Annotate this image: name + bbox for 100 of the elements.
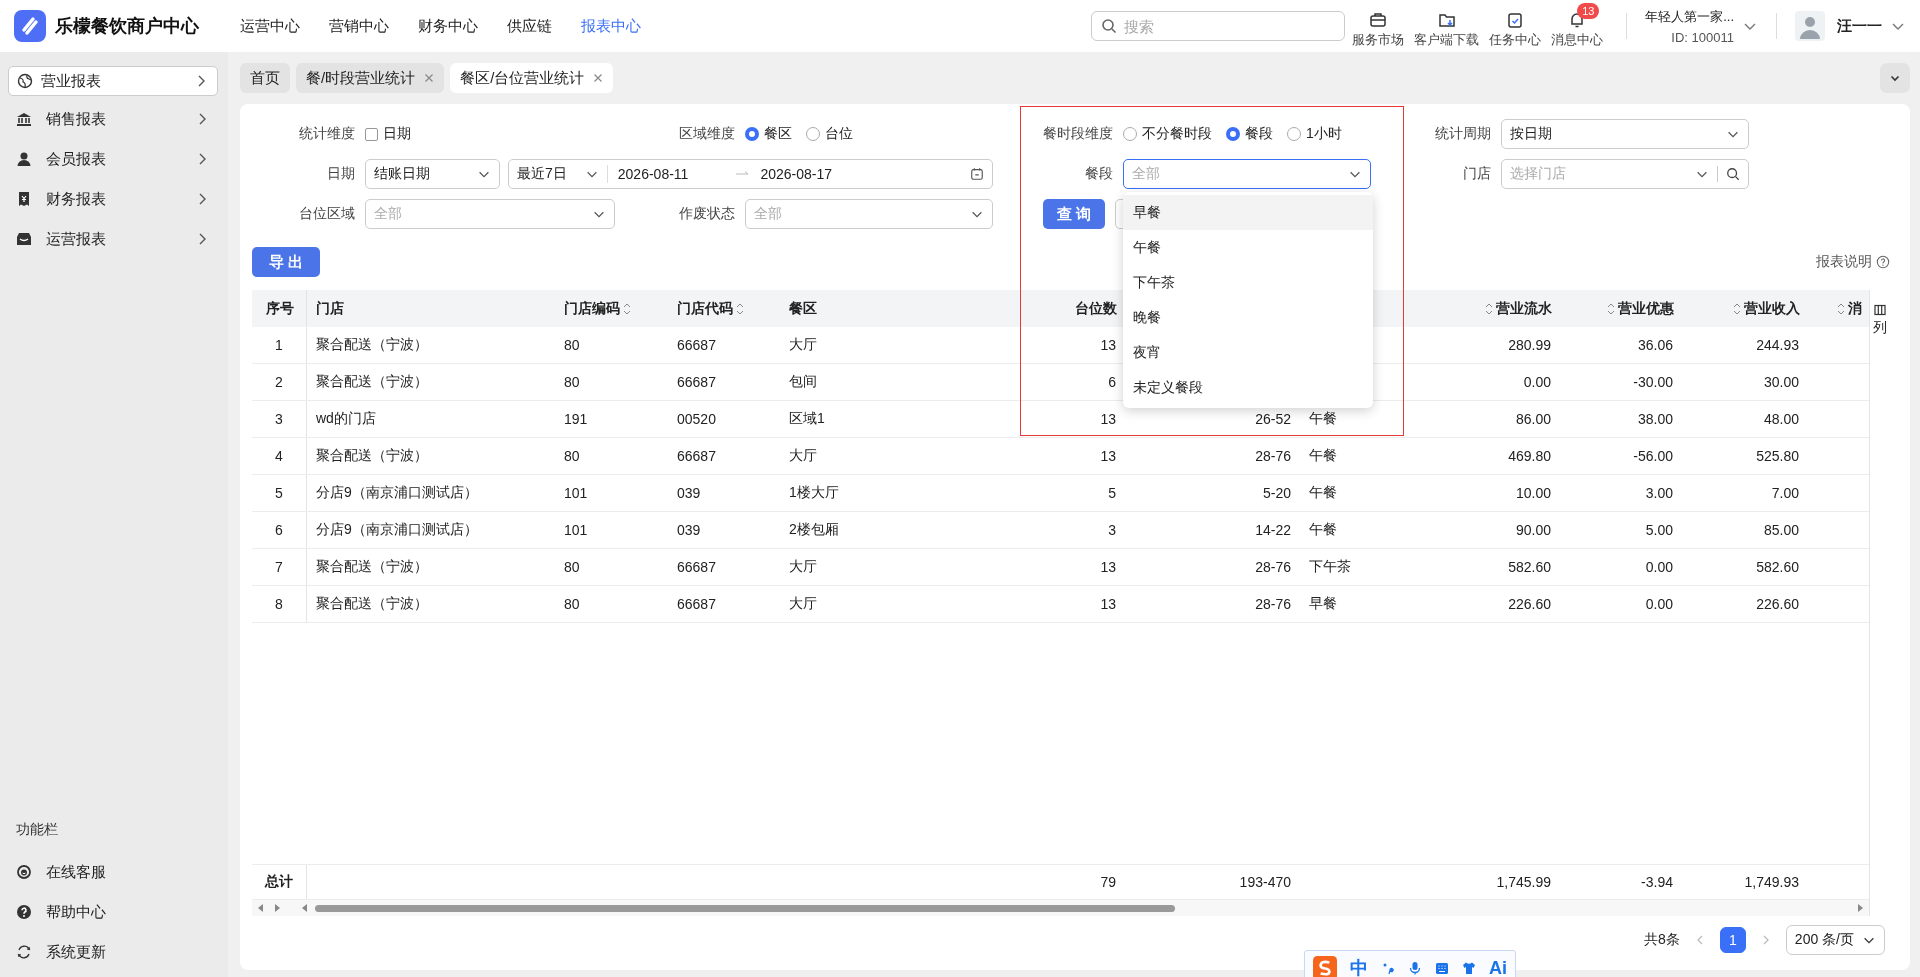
page-tab[interactable]: 首页 (240, 63, 290, 93)
table-cell: 38.00 (1637, 411, 1673, 427)
radio-option[interactable]: 不分餐时段 (1123, 125, 1212, 143)
toolbar-button[interactable]: 服务市场 (1347, 3, 1410, 49)
toolbar-button[interactable]: 任务中心 (1484, 3, 1547, 49)
table-cell: wd的门店 (316, 410, 376, 428)
page-tab[interactable]: 餐/时段营业统计 (296, 63, 445, 93)
table-cell: 聚合配送（宁波） (316, 373, 428, 391)
page-size-select[interactable]: 200 条/页 (1785, 925, 1885, 955)
table-cell: 3 (1108, 522, 1116, 538)
help-link[interactable]: 报表说明 (1816, 253, 1872, 271)
table-cell: 聚合配送（宁波） (316, 336, 428, 354)
sidebar-item[interactable]: 会员报表 (8, 142, 218, 176)
table-cell: 午餐 (1309, 410, 1337, 428)
sidebar-tool[interactable]: 在线客服 (16, 861, 218, 883)
field-label: 统计维度 (298, 125, 355, 143)
nav-tab[interactable]: 报表中心 (581, 16, 641, 36)
radio-option[interactable]: 餐段 (1226, 125, 1273, 143)
table-cell: 13 (1100, 411, 1116, 427)
field-label: 门店 (1462, 165, 1491, 183)
field-label: 统计周期 (1434, 125, 1491, 143)
sidebar-tool[interactable]: 帮助中心 (16, 901, 218, 923)
nav-tab[interactable]: 营销中心 (329, 16, 389, 36)
sidebar-item[interactable]: 营业报表 (8, 66, 218, 96)
dropdown-option[interactable]: 午餐 (1123, 230, 1373, 265)
page-button[interactable]: 1 (1719, 927, 1746, 953)
table-cell: -30.00 (1633, 374, 1673, 390)
table-cell: -56.00 (1633, 448, 1673, 464)
account-id: ID: 100011 (1671, 29, 1734, 45)
search-field[interactable]: 搜索 (1091, 11, 1346, 41)
table-cell: 1楼大厅 (789, 484, 839, 502)
table-cell: 28-76 (1255, 596, 1291, 612)
column-header: 序号 (265, 299, 294, 318)
select-field[interactable]: 按日期 (1501, 119, 1749, 149)
table-cell: 00520 (677, 411, 716, 427)
nav-tab[interactable]: 财务中心 (418, 16, 478, 36)
column-header: 门店编码 (564, 299, 620, 318)
table-cell: 101 (564, 522, 588, 538)
column-settings-button[interactable]: 列 (1870, 290, 1890, 337)
table-cell: 大厅 (789, 558, 817, 576)
table-cell: 66687 (677, 337, 716, 353)
table-cell: 5 (1108, 485, 1116, 501)
table-cell: 13 (1100, 337, 1116, 353)
table-cell: 193-470 (1239, 874, 1291, 890)
export-button[interactable]: 导 出 (252, 247, 321, 277)
table-cell: 80 (564, 559, 580, 575)
table-cell: 7 (275, 559, 283, 575)
ai-button[interactable]: Ai (1489, 957, 1507, 977)
start-date-input[interactable]: 2026-08-11 (617, 166, 689, 182)
toolbar-button[interactable]: 消息中心 13 (1546, 3, 1609, 49)
field-label: 作废状态 (678, 205, 735, 223)
checkbox-option[interactable]: 日期 (365, 125, 411, 143)
table-cell: 聚合配送（宁波） (316, 595, 428, 613)
table-cell: 3.00 (1645, 485, 1673, 501)
table-cell: 582.60 (1756, 559, 1799, 575)
sidebar-item[interactable]: 运营报表 (8, 222, 218, 256)
nav-tab[interactable]: 运营中心 (240, 16, 300, 36)
page-tab[interactable]: 餐区/台位营业统计 (450, 63, 614, 93)
sidebar-item[interactable]: 财务报表 (8, 182, 218, 216)
table-cell: 5-20 (1262, 485, 1291, 501)
radio-option[interactable]: 1小时 (1287, 125, 1342, 143)
table-cell: 1 (275, 337, 283, 353)
toolbar-button[interactable]: 客户端下载 (1409, 3, 1485, 49)
column-header: 营业收入 (1744, 299, 1800, 318)
table-cell: 3 (275, 411, 283, 427)
table-cell: 039 (677, 485, 701, 501)
table-cell: 5.00 (1645, 522, 1673, 538)
field-label: 餐时段维度 (1042, 125, 1113, 143)
table-cell: 101 (564, 485, 588, 501)
table-cell: 0.00 (1523, 374, 1551, 390)
nav-tab[interactable]: 供应链 (507, 16, 552, 36)
table-cell: 66687 (677, 596, 716, 612)
select-field[interactable]: 结账日期 (365, 159, 500, 189)
radio-option[interactable]: 餐区 (745, 125, 792, 143)
table-cell: 包间 (789, 373, 817, 391)
preset-select[interactable]: 最近7日 (517, 165, 608, 183)
dropdown-option[interactable]: 早餐 (1123, 195, 1373, 230)
sidebar-tool[interactable]: 系统更新 (16, 941, 218, 963)
input-mode[interactable]: 中 (1350, 956, 1368, 977)
table-cell: 4 (275, 448, 283, 464)
table-cell: 26-52 (1255, 411, 1291, 427)
dropdown-option[interactable]: 下午茶 (1123, 265, 1373, 300)
sidebar-item[interactable]: 销售报表 (8, 102, 218, 136)
radio-option[interactable]: 台位 (806, 125, 853, 143)
table-cell: 14-22 (1255, 522, 1291, 538)
table-cell: 0.00 (1645, 559, 1673, 575)
dropdown-option[interactable]: 晚餐 (1123, 300, 1373, 335)
table-cell: 6 (275, 522, 283, 538)
table-cell: 2楼包厢 (789, 521, 839, 539)
end-date-input[interactable]: 2026-08-17 (760, 166, 832, 182)
table-cell: 469.80 (1508, 448, 1551, 464)
date-range-field[interactable]: 最近7日 2026-08-11 2026-08-17 (508, 159, 993, 189)
table-cell: 525.80 (1756, 448, 1799, 464)
dropdown-option[interactable]: 夜宵 (1123, 335, 1373, 370)
query-button[interactable]: 查 询 (1043, 199, 1106, 229)
total-count: 共8条 (1644, 931, 1680, 949)
dropdown-option[interactable]: 未定义餐段 (1123, 370, 1373, 405)
section-title: 功能栏 (16, 821, 59, 839)
table-cell: 8 (275, 596, 283, 612)
table-cell: 下午茶 (1309, 558, 1351, 576)
